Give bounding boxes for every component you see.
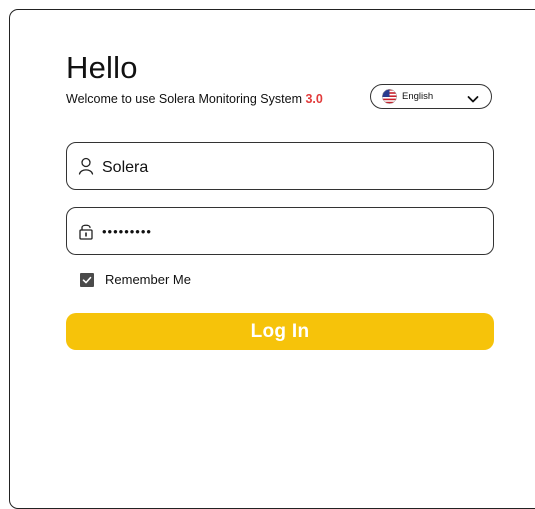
- username-field-container: [66, 142, 494, 190]
- username-input[interactable]: [102, 159, 462, 177]
- chevron-down-icon: [467, 91, 479, 103]
- remember-me-checkbox[interactable]: [80, 272, 94, 287]
- password-input[interactable]: [102, 223, 462, 239]
- user-icon: [78, 157, 94, 175]
- version-label: 3.0: [305, 92, 323, 106]
- remember-me: Remember Me: [80, 272, 191, 287]
- checkmark-icon: [82, 276, 92, 283]
- password-field-container: [66, 207, 494, 255]
- lock-icon: [78, 222, 94, 240]
- welcome-text: Welcome to use Solera Monitoring System: [66, 92, 302, 106]
- greeting-title: Hello: [66, 50, 138, 85]
- login-button[interactable]: Log In: [66, 313, 494, 350]
- us-flag-icon: [382, 89, 397, 104]
- welcome-subtitle: Welcome to use Solera Monitoring System …: [66, 92, 323, 106]
- remember-me-label: Remember Me: [105, 272, 191, 287]
- language-label: English: [402, 91, 434, 102]
- language-selector[interactable]: English: [370, 84, 492, 109]
